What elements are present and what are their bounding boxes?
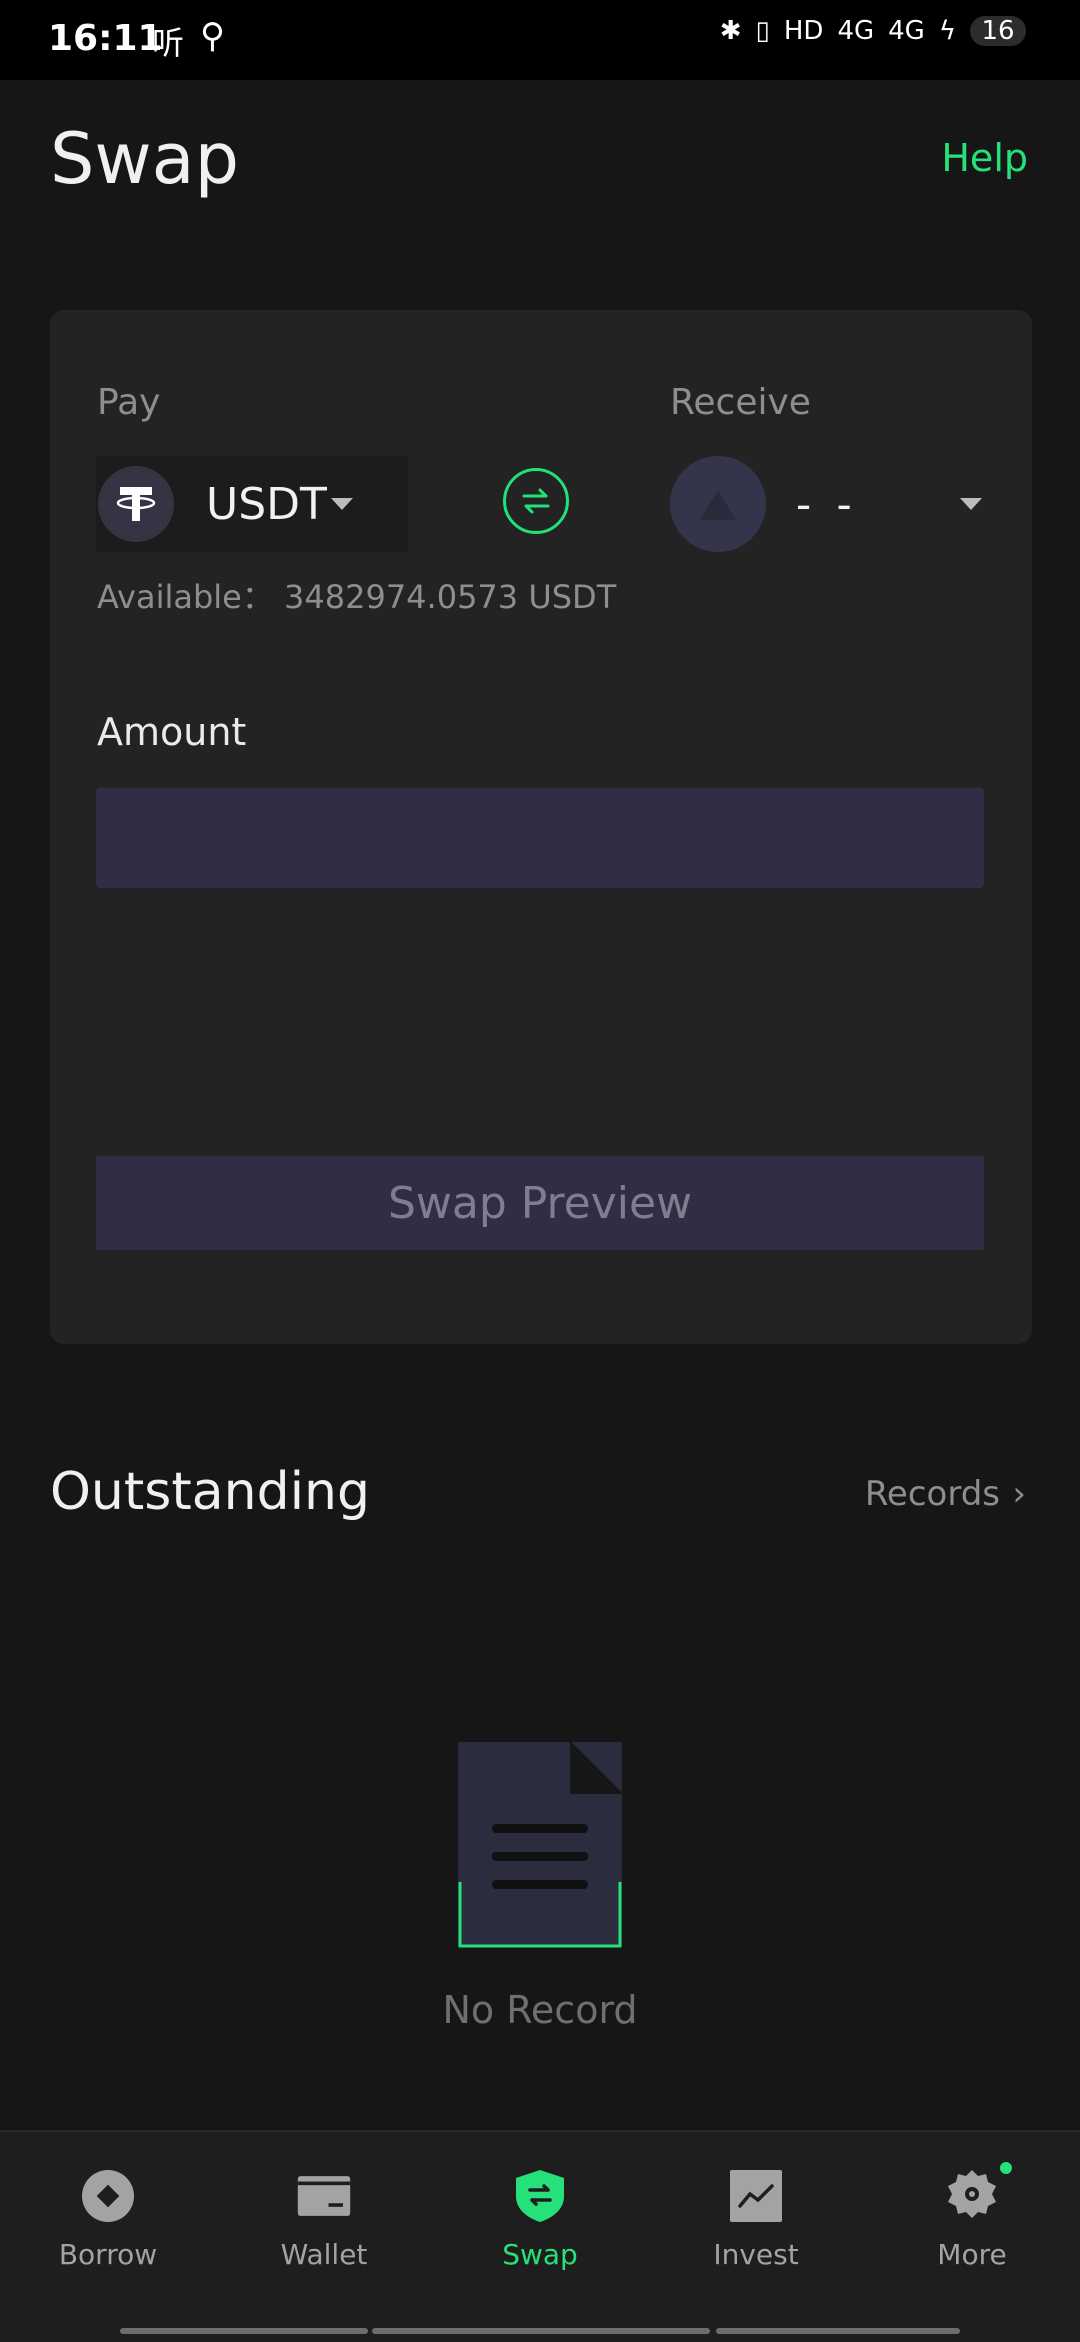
battery-indicator: 16 — [970, 16, 1026, 46]
swap-card: Pay Receive USDT - - Available： 3482974.… — [50, 310, 1032, 1344]
chevron-down-icon — [960, 498, 982, 510]
coin-icon — [80, 2168, 136, 2224]
status-listen-label: 听 — [152, 24, 185, 62]
hd-label: HD — [783, 16, 824, 46]
gesture-bar-left — [120, 2328, 368, 2334]
amount-label: Amount — [97, 710, 247, 754]
vibrate-icon: ▯ — [755, 16, 770, 46]
gesture-bar-right — [716, 2328, 960, 2334]
tab-invest[interactable]: Invest — [656, 2168, 856, 2271]
pay-token-label: USDT — [206, 478, 327, 530]
tab-wallet-label: Wallet — [280, 2238, 368, 2271]
pay-token-selector[interactable]: USDT — [96, 456, 408, 552]
pay-label: Pay — [97, 382, 161, 423]
placeholder-coin-icon — [670, 456, 766, 552]
tab-more-label: More — [937, 2238, 1007, 2271]
page-title: Swap — [50, 118, 240, 200]
tab-more[interactable]: More — [872, 2168, 1072, 2271]
chevron-right-icon[interactable]: › — [1012, 1474, 1026, 1514]
amount-input[interactable] — [96, 788, 984, 888]
receive-token-selector[interactable]: - - — [670, 456, 1000, 552]
signal-4g-label-1: 4G — [837, 16, 875, 46]
receive-label: Receive — [670, 382, 811, 423]
charging-icon: ϟ — [938, 16, 956, 46]
swap-shield-icon — [512, 2168, 568, 2224]
receive-token-label: - - — [796, 479, 858, 529]
available-balance: Available： 3482974.0573 USDT — [97, 578, 617, 616]
bluetooth-icon: ✱ — [719, 16, 742, 46]
no-record-text: No Record — [442, 1988, 638, 2032]
tab-borrow[interactable]: Borrow — [8, 2168, 208, 2271]
records-link[interactable]: Records — [865, 1474, 1000, 1514]
chevron-down-icon — [330, 498, 353, 510]
usdt-coin-icon — [98, 466, 174, 542]
tab-borrow-label: Borrow — [58, 2238, 158, 2271]
bottom-tab-bar: Borrow Wallet Swap Invest More — [0, 2130, 1080, 2342]
status-bar: 16:11 听 ⚲ ✱ ▯ HD 4G 4G ϟ 16 — [0, 0, 1080, 80]
wallet-icon — [296, 2168, 352, 2224]
tab-swap-label: Swap — [502, 2238, 578, 2271]
swap-direction-button[interactable] — [503, 468, 569, 534]
usb-icon: ⚲ — [200, 16, 225, 56]
gear-icon — [944, 2168, 1000, 2224]
swap-preview-button[interactable]: Swap Preview — [96, 1156, 984, 1250]
help-link[interactable]: Help — [941, 136, 1028, 180]
status-time: 16:11 — [48, 18, 163, 59]
notification-dot — [1000, 2162, 1012, 2174]
outstanding-title: Outstanding — [50, 1462, 370, 1522]
tab-invest-label: Invest — [713, 2238, 799, 2271]
empty-document-icon — [458, 1741, 623, 1948]
tab-swap[interactable]: Swap — [440, 2168, 640, 2271]
gesture-bar-center — [372, 2328, 710, 2334]
signal-4g-label-2: 4G — [888, 16, 925, 46]
chart-icon — [728, 2168, 784, 2224]
status-icons: ✱ ▯ HD 4G 4G ϟ 16 — [720, 16, 1026, 46]
tab-wallet[interactable]: Wallet — [224, 2168, 424, 2271]
swap-arrows-icon — [522, 488, 550, 514]
